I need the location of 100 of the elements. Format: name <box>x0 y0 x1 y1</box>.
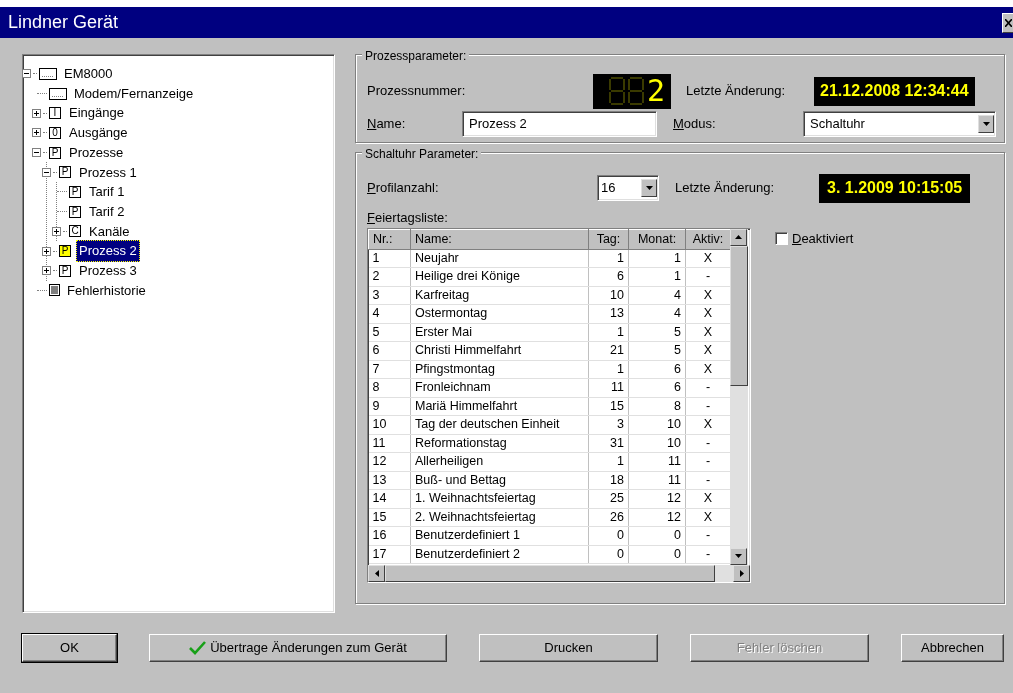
field-label: Letzte Änderung: <box>675 179 776 198</box>
table-cell: 8 <box>628 397 686 416</box>
dialog-button[interactable]: Abbrechen <box>901 634 1004 662</box>
tree-item[interactable]: Modem/Fernanzeige <box>71 82 197 105</box>
field-label: Letzte Änderung: <box>686 82 787 101</box>
checkmark-icon <box>189 641 207 655</box>
profile-count-dropdown[interactable]: 16 <box>597 175 659 201</box>
collapse-icon[interactable] <box>32 148 41 158</box>
dialog-button[interactable]: Übertrage Änderungen zum Gerät <box>149 634 447 662</box>
table-cell: 0 <box>628 545 686 564</box>
tree-item[interactable]: Tarif 1 <box>86 181 128 203</box>
list-icon <box>49 284 60 297</box>
table-cell: 13 <box>368 471 411 490</box>
table-cell: 18 <box>588 471 629 490</box>
table-cell: Neujahr <box>410 249 589 268</box>
table-cell: 16 <box>368 526 411 545</box>
table-cell: Karfreitag <box>410 286 589 305</box>
column-header[interactable]: Aktiv: <box>685 229 730 249</box>
table-cell: Buß- und Bettag <box>410 471 589 490</box>
table-cell: 1. Weihnachtsfeiertag <box>410 489 589 508</box>
item-icon: I <box>49 107 61 120</box>
field-label: Prozessnummer: <box>367 82 467 101</box>
table-cell: 6 <box>628 360 686 379</box>
table-cell: 0 <box>588 526 629 545</box>
item-icon: P <box>69 205 81 218</box>
table-cell: 15 <box>588 397 629 416</box>
close-button[interactable] <box>1002 12 1013 33</box>
column-header[interactable]: Nr.: <box>368 229 411 249</box>
expand-icon[interactable] <box>42 266 51 276</box>
scroll-up-button[interactable] <box>730 228 747 246</box>
table-cell: 0 <box>628 526 686 545</box>
table-cell: Erster Mai <box>410 323 589 342</box>
dialog-button[interactable]: OK <box>22 634 117 662</box>
scroll-left-button[interactable] <box>368 564 385 582</box>
collapse-icon[interactable] <box>42 167 51 177</box>
tree-item[interactable]: Eingänge <box>66 102 127 124</box>
table-cell: 13 <box>588 304 629 323</box>
window-title: Lindner Gerät <box>8 11 119 34</box>
table-cell: 4 <box>628 304 686 323</box>
table-cell: 12 <box>628 508 686 527</box>
table-cell: 6 <box>588 267 629 286</box>
left-arrow-icon <box>374 569 379 577</box>
table-cell: 10 <box>628 415 686 434</box>
caret-icon <box>982 122 990 126</box>
name-field[interactable]: Prozess 2 <box>462 111 657 137</box>
item-icon: 0 <box>49 126 61 139</box>
table-cell: Tag der deutschen Einheit <box>410 415 589 434</box>
table-cell: 21 <box>588 341 629 360</box>
unlit-digit-icon <box>627 77 644 105</box>
expand-icon[interactable] <box>32 128 41 138</box>
table-cell: 1 <box>588 323 629 342</box>
expand-icon[interactable] <box>32 108 41 118</box>
tree-item[interactable]: Tarif 2 <box>86 200 128 223</box>
tree-item[interactable]: EM8000 <box>61 63 116 85</box>
table-cell: 5 <box>628 341 686 360</box>
table-cell: 6 <box>628 378 686 397</box>
table-cell: 25 <box>588 489 629 508</box>
vertical-scrollbar[interactable] <box>730 228 748 565</box>
table-cell: Allerheiligen <box>410 452 589 471</box>
table-cell: Benutzerdefiniert 1 <box>410 526 589 545</box>
table-cell: Christi Himmelfahrt <box>410 341 589 360</box>
column-header[interactable]: Name: <box>410 229 589 249</box>
expand-icon[interactable] <box>42 246 51 256</box>
table-cell: 3 <box>368 286 411 305</box>
tree-item[interactable]: Prozesse <box>66 141 127 164</box>
checkbox-label[interactable]: Deaktiviert <box>792 228 854 249</box>
table-cell: Mariä Himmelfahrt <box>410 397 589 416</box>
column-header[interactable]: Tag: <box>588 229 629 249</box>
table-cell: 8 <box>368 378 411 397</box>
collapse-icon[interactable] <box>22 69 31 79</box>
tree-item[interactable]: Fehlerhistorie <box>64 279 149 302</box>
dialog-button[interactable]: Drucken <box>479 634 658 662</box>
item-icon: P <box>59 264 71 277</box>
table-cell: 11 <box>628 471 686 490</box>
field-label: Profilanzahl: <box>367 179 440 198</box>
column-header[interactable]: Monat: <box>628 229 686 249</box>
timestamp-display: 3. 1.2009 10:15:05 <box>819 173 971 203</box>
expand-icon[interactable] <box>52 226 61 236</box>
table-cell: 12 <box>368 452 411 471</box>
table-cell: 17 <box>368 545 411 564</box>
process-number: 2 <box>646 76 665 106</box>
table-cell: 9 <box>368 397 411 416</box>
table-cell: 31 <box>588 434 629 453</box>
table-cell: 4 <box>628 286 686 305</box>
scrollbar-thumb[interactable] <box>730 245 748 386</box>
checkbox[interactable] <box>775 232 788 245</box>
table-cell: 2. Weihnachtsfeiertag <box>410 508 589 527</box>
right-arrow-icon <box>739 569 744 577</box>
mode-dropdown[interactable]: Schaltuhr <box>803 111 996 137</box>
tree-item[interactable]: Prozess 1 <box>76 161 140 184</box>
scroll-down-button[interactable] <box>730 547 747 565</box>
table-cell: 12 <box>628 489 686 508</box>
tree-item[interactable]: Prozess 3 <box>76 259 140 282</box>
item-icon: C <box>69 225 81 238</box>
tree-item[interactable]: Ausgänge <box>66 122 131 144</box>
table-cell: 5 <box>368 323 411 342</box>
tree-item[interactable]: Prozess 2 <box>76 240 140 262</box>
caret-icon <box>645 186 653 190</box>
tree-item[interactable]: Kanäle <box>86 220 133 243</box>
display-icon <box>49 87 67 100</box>
